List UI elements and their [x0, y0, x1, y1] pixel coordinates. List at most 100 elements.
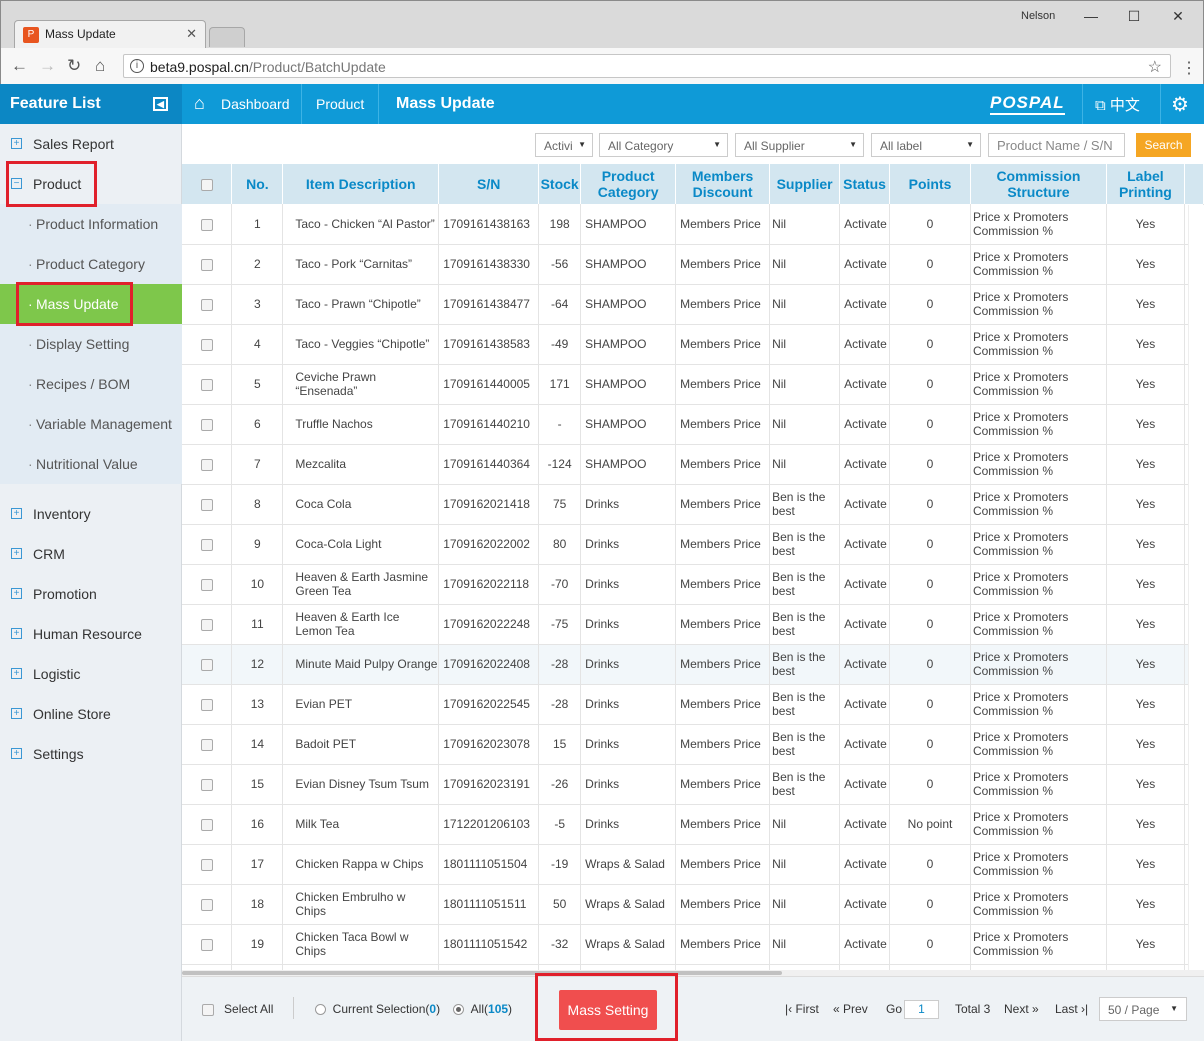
header-checkbox[interactable]	[200, 179, 213, 192]
row-checkbox[interactable]	[200, 818, 213, 831]
status-select[interactable]: Activi ▼	[535, 133, 593, 157]
bookmark-star-icon[interactable]: ☆	[1148, 57, 1162, 77]
radio[interactable]	[315, 1004, 326, 1016]
breadcrumb-dashboard[interactable]: Dashboard	[221, 84, 290, 124]
sidebar-subitem-product-category[interactable]: · Product Category	[0, 244, 182, 284]
table-row[interactable]: 13 Evian PET 1709162022545 -28 Drinks Members…	[182, 684, 1204, 725]
next-page-link[interactable]: Next »	[1004, 1002, 1039, 1016]
supplier-select[interactable]: All Supplier ▼	[735, 133, 864, 157]
row-checkbox[interactable]	[200, 778, 213, 791]
sidebar-item-human-resource[interactable]: + Human Resource	[0, 614, 182, 654]
sidebar-subitem-nutritional-value[interactable]: · Nutritional Value	[0, 444, 182, 484]
page-size-select[interactable]: 50 / Page ▼	[1099, 997, 1187, 1021]
row-select-cell[interactable]	[182, 204, 233, 245]
prev-page-link[interactable]: « Prev	[833, 1002, 868, 1016]
all-radio[interactable]: All(105)	[453, 1002, 512, 1016]
table-row[interactable]: 7 Mezcalita 1709161440364 -124 SHAMPOO Member…	[182, 444, 1204, 485]
row-checkbox[interactable]	[200, 218, 213, 231]
row-checkbox[interactable]	[200, 858, 213, 871]
page-number-input[interactable]: 1	[904, 1000, 939, 1019]
sidebar-subitem-product-information[interactable]: · Product Information	[0, 204, 182, 244]
sidebar-subitem-variable-management[interactable]: · Variable Management	[0, 404, 182, 444]
row-checkbox[interactable]	[200, 458, 213, 471]
sidebar-item-settings[interactable]: + Settings	[0, 734, 182, 774]
row-checkbox[interactable]	[200, 378, 213, 391]
browser-tab[interactable]: P Mass Update ✕	[14, 20, 206, 48]
sidebar-item-online-store[interactable]: + Online Store	[0, 694, 182, 734]
select-all-checkbox[interactable]: Select All	[202, 1002, 273, 1016]
row-select-cell[interactable]	[182, 444, 233, 485]
row-select-cell[interactable]	[182, 604, 233, 645]
dashboard-home-icon[interactable]: ⌂	[194, 93, 205, 114]
close-tab-icon[interactable]: ✕	[186, 26, 197, 42]
select-all-header[interactable]	[182, 164, 233, 204]
column-header[interactable]: No.	[231, 164, 284, 204]
table-row[interactable]: 18 Chicken Embrulho w Chips 1801111051511 5…	[182, 884, 1204, 925]
close-window-icon[interactable]: ✕	[1158, 4, 1198, 28]
table-row[interactable]: 1 Taco - Chicken “Al Pastor” 1709161438163…	[182, 204, 1204, 245]
back-icon[interactable]: ←	[11, 56, 28, 76]
radio-selected[interactable]	[453, 1004, 464, 1016]
table-row[interactable]: 19 Chicken Taca Bowl w Chips 1801111051542…	[182, 924, 1204, 965]
row-select-cell[interactable]	[182, 684, 233, 725]
sidebar-subitem-display-setting[interactable]: · Display Setting	[0, 324, 182, 364]
table-row[interactable]: 2 Taco - Pork “Carnitas” 1709161438330 -56 S…	[182, 244, 1204, 285]
row-select-cell[interactable]	[182, 724, 233, 765]
row-checkbox[interactable]	[200, 658, 213, 671]
column-header[interactable]: Members Discount	[675, 164, 771, 204]
table-row[interactable]: 12 Minute Maid Pulpy Orange 1709162022408-…	[182, 644, 1204, 685]
table-row[interactable]: 5 Ceviche Prawn “Ensenada” 1709161440005 17…	[182, 364, 1204, 405]
table-row[interactable]: 3 Taco - Prawn “Chipotle” 1709161438477 -64…	[182, 284, 1204, 325]
row-checkbox[interactable]	[200, 618, 213, 631]
column-header[interactable]: Item Description	[282, 164, 440, 204]
row-checkbox[interactable]	[200, 898, 213, 911]
search-input[interactable]: Product Name / S/N	[988, 133, 1125, 157]
row-select-cell[interactable]	[182, 644, 233, 685]
row-select-cell[interactable]	[182, 804, 233, 845]
sidebar-item-promotion[interactable]: + Promotion	[0, 574, 182, 614]
column-header[interactable]: Status	[839, 164, 891, 204]
last-page-link[interactable]: Last ›|	[1055, 1002, 1088, 1016]
checkbox[interactable]	[202, 1003, 214, 1016]
sidebar-item-crm[interactable]: + CRM	[0, 534, 182, 574]
category-select[interactable]: All Category ▼	[599, 133, 728, 157]
profile-name[interactable]: Nelson	[1021, 10, 1055, 22]
table-row[interactable]: 15 Evian Disney Tsum Tsum 1709162023191 -26…	[182, 764, 1204, 805]
row-select-cell[interactable]	[182, 324, 233, 365]
current-selection-radio[interactable]: Current Selection(0)	[315, 1002, 440, 1016]
site-info-icon[interactable]: i	[130, 59, 144, 73]
minimize-icon[interactable]: —	[1071, 4, 1111, 28]
column-header[interactable]: Product Category	[580, 164, 677, 204]
row-checkbox[interactable]	[200, 298, 213, 311]
table-row[interactable]: 4 Taco - Veggies “Chipotle” 1709161438583-…	[182, 324, 1204, 365]
reload-icon[interactable]: ↻	[67, 56, 81, 76]
column-header[interactable]: S/N	[438, 164, 540, 204]
row-select-cell[interactable]	[182, 404, 233, 445]
vertical-scrollbar[interactable]	[1188, 205, 1204, 970]
home-icon[interactable]: ⌂	[95, 56, 105, 76]
row-checkbox[interactable]	[200, 738, 213, 751]
sidebar-subitem-recipes-bom[interactable]: · Recipes / BOM	[0, 364, 182, 404]
collapse-sidebar-icon[interactable]: ◀	[153, 97, 168, 111]
row-checkbox[interactable]	[200, 538, 213, 551]
gear-icon[interactable]: ⚙	[1171, 92, 1189, 117]
breadcrumb-product[interactable]: Product	[316, 84, 364, 124]
maximize-icon[interactable]: ☐	[1114, 4, 1154, 28]
table-row[interactable]: 17 Chicken Rappa w Chips 1801111051504 -19 W…	[182, 844, 1204, 885]
forward-icon[interactable]: →	[39, 56, 56, 76]
row-select-cell[interactable]	[182, 484, 233, 525]
label-select[interactable]: All label ▼	[871, 133, 981, 157]
sidebar-item-sales-report[interactable]: + Sales Report	[0, 124, 182, 164]
row-select-cell[interactable]	[182, 564, 233, 605]
table-row[interactable]: 6 Truffle Nachos 1709161440210- SHAMPOO Memb…	[182, 404, 1204, 445]
url-input[interactable]: i beta9.pospal.cn/Product/BatchUpdate ☆	[123, 54, 1171, 78]
scrollbar-thumb[interactable]	[182, 971, 782, 975]
column-header[interactable]: Label Printing	[1106, 164, 1185, 204]
search-button[interactable]: Search	[1136, 133, 1191, 157]
table-row[interactable]: 16 Milk Tea 1712201206103 -5 Drinks Members P…	[182, 804, 1204, 845]
row-select-cell[interactable]	[182, 884, 233, 925]
browser-menu-icon[interactable]: ⋮	[1181, 58, 1197, 78]
row-checkbox[interactable]	[200, 698, 213, 711]
row-checkbox[interactable]	[200, 498, 213, 511]
row-select-cell[interactable]	[182, 524, 233, 565]
